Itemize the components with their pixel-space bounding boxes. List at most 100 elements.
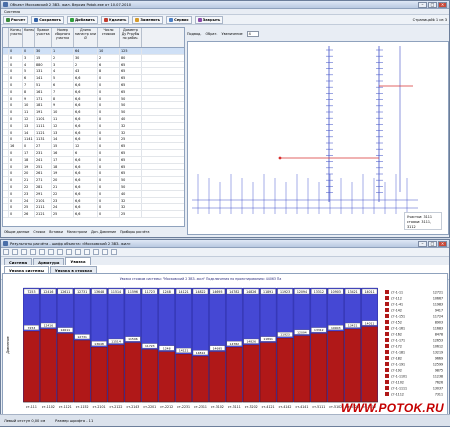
tab-devices[interactable]: Приборы расчёта [120,230,149,234]
table-cell[interactable]: 2 [98,54,120,61]
table-cell[interactable]: 6,6 [74,115,98,122]
preview-icon[interactable] [30,249,36,255]
table-row[interactable]: 0 3 15 2 30 2 80 [3,54,184,62]
table-cell[interactable]: 50 [120,109,142,115]
zoom-input[interactable]: 4 [246,31,259,37]
table-row[interactable]: 0 4 880 3 2 6 65 [3,61,184,69]
table-cell[interactable]: 0 [9,54,23,61]
table-cell[interactable]: 9 [23,95,35,102]
table-cell[interactable]: 0 [9,75,23,81]
table-cell[interactable]: 0 [9,190,23,197]
table-cell[interactable]: 0 [98,183,120,190]
table-row[interactable]: 0 5 131 4 43 8 65 [3,68,184,76]
table-cell[interactable]: 0 [98,143,120,149]
close-button[interactable]: Закрыть [194,15,224,24]
table-cell[interactable]: 65 [120,170,142,177]
table-cell[interactable]: 15 [35,54,52,61]
table-row[interactable]: 0 24 2101 23 6,6 0 32 [3,197,184,205]
table-cell[interactable]: 12 [52,122,74,129]
table-row[interactable]: 0 17 231 16 6 0 65 [3,149,184,157]
col-header[interactable]: Конец [23,28,35,47]
table-cell[interactable]: 8 [23,88,35,95]
table-cell[interactable]: 251 [35,163,52,170]
table-cell[interactable]: 0 [98,211,120,217]
table-cell[interactable]: 161 [35,88,52,95]
table-cell[interactable]: 0 [9,204,23,211]
help-icon[interactable] [111,249,117,255]
table-cell[interactable]: 2 [74,61,98,68]
table-cell[interactable]: 24 [52,204,74,211]
table-row[interactable]: 0 1141 1131 14 6,6 0 25 [3,136,184,144]
italic-icon[interactable] [75,249,81,255]
table-cell[interactable]: 0 [98,75,120,81]
close-window-button[interactable]: × [438,1,447,8]
table-cell[interactable]: 231 [35,149,52,156]
table-cell[interactable]: 6,6 [74,88,98,95]
tab-balancing[interactable]: Увязка [65,257,91,265]
table-cell[interactable]: 26 [23,211,35,217]
table-cell[interactable]: 6,6 [74,75,98,81]
print-icon[interactable] [21,249,27,255]
table-cell[interactable]: 65 [120,156,142,163]
minimize-button[interactable]: – [418,1,427,8]
scheme-canvas[interactable]: Участки: 3111 стояки: 3111, 3112 [187,41,449,235]
table-cell[interactable]: 14 [23,129,35,136]
table-cell[interactable]: 3 [52,61,74,68]
table-cell[interactable]: 13 [52,129,74,136]
table-cell[interactable]: 0 [98,197,120,204]
table-cell[interactable]: 10 [52,109,74,115]
col-header[interactable]: Длина магистр али Ø [74,28,98,47]
table-row[interactable]: 0 12 1101 11 6,6 0 40 [3,115,184,123]
table-cell[interactable]: 21 [23,177,35,183]
table-cell[interactable]: 50 [120,102,142,109]
table-cell[interactable]: 0 [9,197,23,204]
table-cell[interactable]: 22 [23,183,35,190]
col-header[interactable]: Правое участка [35,28,52,47]
table-cell[interactable]: 1141 [23,136,35,143]
tab-mains[interactable]: Магистрали [67,230,87,234]
table-cell[interactable]: 181 [35,102,52,109]
table-cell[interactable]: 0 [98,95,120,102]
table-cell[interactable]: 0 [9,122,23,129]
table-row[interactable]: 0 25 2111 24 6,6 0 32 [3,204,184,212]
table-cell[interactable]: 6,6 [74,190,98,197]
table-cell[interactable]: 8 [98,68,120,75]
supply-label[interactable]: Подвод. [187,32,201,36]
table-cell[interactable]: 0 [9,183,23,190]
table-cell[interactable]: 0 [9,61,23,68]
results-close-button[interactable]: × [438,240,447,247]
table-row[interactable]: 0 6 141 5 6,6 0 65 [3,75,184,82]
table-cell[interactable]: 6,6 [74,183,98,190]
tab-general[interactable]: Общие данные [4,230,29,234]
table-cell[interactable]: 6,6 [74,95,98,102]
table-row[interactable]: 0 23 291 22 6,6 0 40 [3,190,184,198]
table-row[interactable]: 0 22 281 21 6,6 0 50 [3,183,184,191]
table-row[interactable]: 0 7 51 6 6,6 0 65 [3,81,184,89]
subtab-system-balancing[interactable]: Увязка системы [4,266,49,273]
table-cell[interactable]: 19 [52,170,74,177]
table-cell[interactable]: 6,6 [74,170,98,177]
table-cell[interactable]: 10 [98,48,120,54]
table-cell[interactable]: 6,6 [74,211,98,217]
maximize-button[interactable]: □ [428,1,437,8]
table-row[interactable]: 0 19 251 18 6,6 0 65 [3,163,184,171]
table-cell[interactable]: 6,6 [74,177,98,183]
table-cell[interactable]: 8 [52,95,74,102]
table-cell[interactable]: 0 [98,81,120,88]
table-cell[interactable]: 6,6 [74,204,98,211]
tab-inserts[interactable]: Вставки [49,230,63,234]
table-cell[interactable]: 21 [52,183,74,190]
col-header[interactable]: Диаметр Ду Ртрубы по рабоч. [120,28,142,47]
table-cell[interactable]: 0 [98,136,120,143]
table-cell[interactable]: 25 [120,211,142,217]
table-cell[interactable]: 0 [9,102,23,109]
table-cell[interactable]: 25 [52,211,74,217]
table-cell[interactable]: 6,6 [74,136,98,143]
table-cell[interactable]: 6,6 [74,122,98,129]
table-cell[interactable]: 0 [9,163,23,170]
save-icon[interactable] [12,249,18,255]
copy-icon[interactable] [39,249,45,255]
table-row[interactable]: 0 21 271 20 6,6 0 50 [3,177,184,184]
table-cell[interactable]: 12 [23,115,35,122]
table-cell[interactable]: 40 [120,190,142,197]
